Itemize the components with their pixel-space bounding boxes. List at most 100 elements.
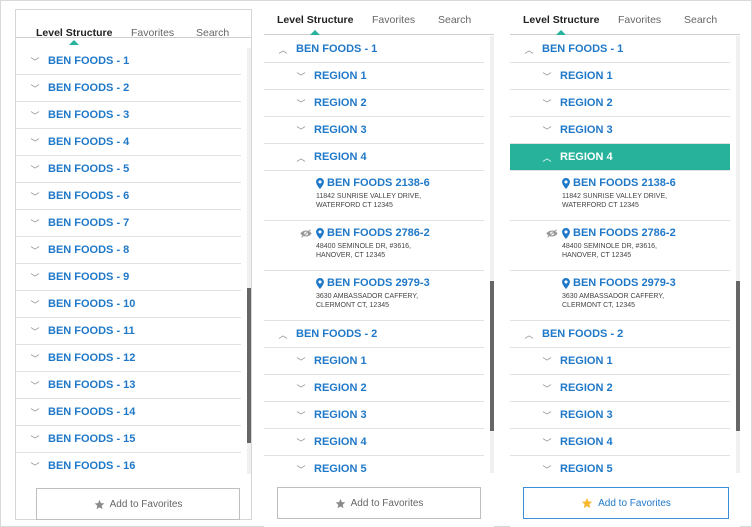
region-row[interactable]: ﹀ REGION 3 [510, 402, 730, 429]
chevron-down-icon: ﹀ [296, 356, 306, 367]
list-item[interactable]: ﹀ BEN FOODS - 12 [16, 345, 241, 372]
tab-search[interactable]: Search [684, 14, 717, 26]
star-icon [94, 499, 104, 509]
list-item[interactable]: ﹀ BEN FOODS - 2 [16, 75, 241, 102]
company-name: BEN FOODS - 5 [48, 163, 130, 175]
scrollbar[interactable] [490, 36, 494, 473]
region-name: REGION 1 [560, 355, 613, 367]
region-row[interactable]: ﹀ REGION 2 [264, 90, 484, 117]
region-name: REGION 2 [314, 97, 367, 109]
chevron-down-icon: ﹀ [296, 410, 306, 421]
location-address: 3630 AMBASSADOR CAFFERY, CLERMONT CT, 123… [316, 292, 418, 310]
tab-favorites[interactable]: Favorites [372, 14, 415, 26]
tab-label: Search [684, 14, 718, 26]
region-row-selected[interactable]: ︿ REGION 4 [510, 144, 730, 171]
company-row[interactable]: ︿ BEN FOODS - 1 [510, 36, 730, 63]
list-item[interactable]: ﹀ BEN FOODS - 4 [16, 129, 241, 156]
add-to-favorites-button[interactable]: Add to Favorites [523, 487, 729, 519]
list-item[interactable]: ﹀ BEN FOODS - 14 [16, 399, 241, 426]
tab-favorites[interactable]: Favorites [618, 14, 661, 26]
location-item[interactable]: BEN FOODS 2786-2 48400 SEMINOLE DR, #361… [264, 221, 484, 271]
tab-level-structure[interactable]: Level Structure [277, 14, 353, 35]
company-name: BEN FOODS - 1 [296, 43, 378, 55]
region-row[interactable]: ﹀ REGION 1 [264, 348, 484, 375]
chevron-down-icon: ﹀ [542, 71, 552, 82]
region-row[interactable]: ﹀ REGION 4 [264, 429, 484, 456]
address-line-2: CLERMONT CT, 12345 [562, 302, 636, 309]
list-item[interactable]: ﹀ BEN FOODS - 11 [16, 318, 241, 345]
scrollbar-thumb[interactable] [247, 288, 251, 443]
location-address: 3630 AMBASSADOR CAFFERY, CLERMONT CT, 123… [562, 292, 664, 310]
location-item[interactable]: BEN FOODS 2979-3 3630 AMBASSADOR CAFFERY… [510, 271, 730, 321]
list-item[interactable]: ﹀ BEN FOODS - 5 [16, 156, 241, 183]
company-name: BEN FOODS - 11 [48, 325, 135, 337]
tab-level-structure[interactable]: Level Structure [36, 27, 112, 45]
company-row[interactable]: ︿ BEN FOODS - 1 [264, 36, 484, 63]
region-row[interactable]: ﹀ REGION 2 [510, 375, 730, 402]
company-name: BEN FOODS - 3 [48, 109, 130, 121]
location-item[interactable]: BEN FOODS 2138-6 11842 SUNRISE VALLEY DR… [264, 171, 484, 221]
region-row[interactable]: ﹀ REGION 5 [264, 456, 484, 473]
address-line-2: WATERFORD CT 12345 [562, 202, 639, 209]
region-row[interactable]: ﹀ REGION 3 [264, 402, 484, 429]
region-row[interactable]: ﹀ REGION 1 [510, 348, 730, 375]
add-to-favorites-button[interactable]: Add to Favorites [36, 488, 240, 520]
company-row[interactable]: ︿ BEN FOODS - 2 [264, 321, 484, 348]
address-line-2: HANOVER, CT 12345 [316, 252, 386, 259]
address-line-1: 11842 SUNRISE VALLEY DRIVE, [316, 193, 422, 200]
region-row[interactable]: ︿ REGION 4 [264, 144, 484, 171]
screenshot-frame: Level Structure Favorites Search ﹀ BEN FO… [0, 0, 752, 527]
chevron-down-icon: ﹀ [542, 437, 552, 448]
chevron-down-icon: ﹀ [30, 272, 40, 283]
list-item[interactable]: ﹀ BEN FOODS - 13 [16, 372, 241, 399]
list-item[interactable]: ﹀ BEN FOODS - 6 [16, 183, 241, 210]
scrollbar-thumb[interactable] [736, 281, 740, 431]
list-item[interactable]: ﹀ BEN FOODS - 15 [16, 426, 241, 453]
chevron-down-icon: ﹀ [542, 98, 552, 109]
tab-level-structure[interactable]: Level Structure [523, 14, 600, 35]
region-name: REGION 1 [314, 355, 367, 367]
tab-label: Level Structure [523, 14, 600, 26]
location-item[interactable]: BEN FOODS 2979-3 3630 AMBASSADOR CAFFERY… [264, 271, 484, 321]
add-to-favorites-button[interactable]: Add to Favorites [277, 487, 481, 519]
chevron-down-icon: ﹀ [296, 383, 306, 394]
region-name: REGION 3 [314, 124, 367, 136]
region-row[interactable]: ﹀ REGION 3 [510, 117, 730, 144]
address-line-1: 3630 AMBASSADOR CAFFERY, [562, 293, 665, 300]
region-row[interactable]: ﹀ REGION 2 [264, 375, 484, 402]
scrollbar[interactable] [247, 48, 251, 474]
scrollbar-thumb[interactable] [490, 281, 494, 431]
address-line-2: CLERMONT CT, 12345 [316, 302, 390, 309]
region-name: REGION 4 [314, 436, 367, 448]
region-row[interactable]: ﹀ REGION 3 [264, 117, 484, 144]
tab-favorites[interactable]: Favorites [131, 27, 174, 39]
region-row[interactable]: ﹀ REGION 1 [510, 63, 730, 90]
region-row[interactable]: ﹀ REGION 5 [510, 456, 730, 473]
region-row[interactable]: ﹀ REGION 2 [510, 90, 730, 117]
chevron-up-icon: ︿ [278, 44, 288, 55]
list-item[interactable]: ﹀ BEN FOODS - 9 [16, 264, 241, 291]
scrollbar[interactable] [736, 36, 740, 473]
list-item[interactable]: ﹀ BEN FOODS - 10 [16, 291, 241, 318]
address-line-2: HANOVER, CT 12345 [562, 252, 632, 259]
region-row[interactable]: ﹀ REGION 4 [510, 429, 730, 456]
chevron-up-icon: ︿ [524, 329, 534, 340]
list-item[interactable]: ﹀ BEN FOODS - 1 [16, 48, 241, 75]
region-name: REGION 4 [560, 436, 613, 448]
list-item[interactable]: ﹀ BEN FOODS - 3 [16, 102, 241, 129]
location-item[interactable]: BEN FOODS 2138-6 11842 SUNRISE VALLEY DR… [510, 171, 730, 221]
tab-search[interactable]: Search [196, 27, 229, 39]
location-name: BEN FOODS 2979-3 [327, 277, 430, 289]
list-item[interactable]: ﹀ BEN FOODS - 7 [16, 210, 241, 237]
region-row[interactable]: ﹀ REGION 1 [264, 63, 484, 90]
chevron-down-icon: ﹀ [30, 461, 40, 472]
region-name: REGION 2 [314, 382, 367, 394]
company-name: BEN FOODS - 16 [48, 460, 136, 472]
company-row[interactable]: ︿ BEN FOODS - 2 [510, 321, 730, 348]
map-pin-icon [562, 228, 570, 239]
region-name: REGION 2 [560, 382, 613, 394]
list-item[interactable]: ﹀ BEN FOODS - 8 [16, 237, 241, 264]
location-item[interactable]: BEN FOODS 2786-2 48400 SEMINOLE DR, #361… [510, 221, 730, 271]
list-item[interactable]: ﹀ BEN FOODS - 16 [16, 453, 241, 474]
tab-search[interactable]: Search [438, 14, 471, 26]
